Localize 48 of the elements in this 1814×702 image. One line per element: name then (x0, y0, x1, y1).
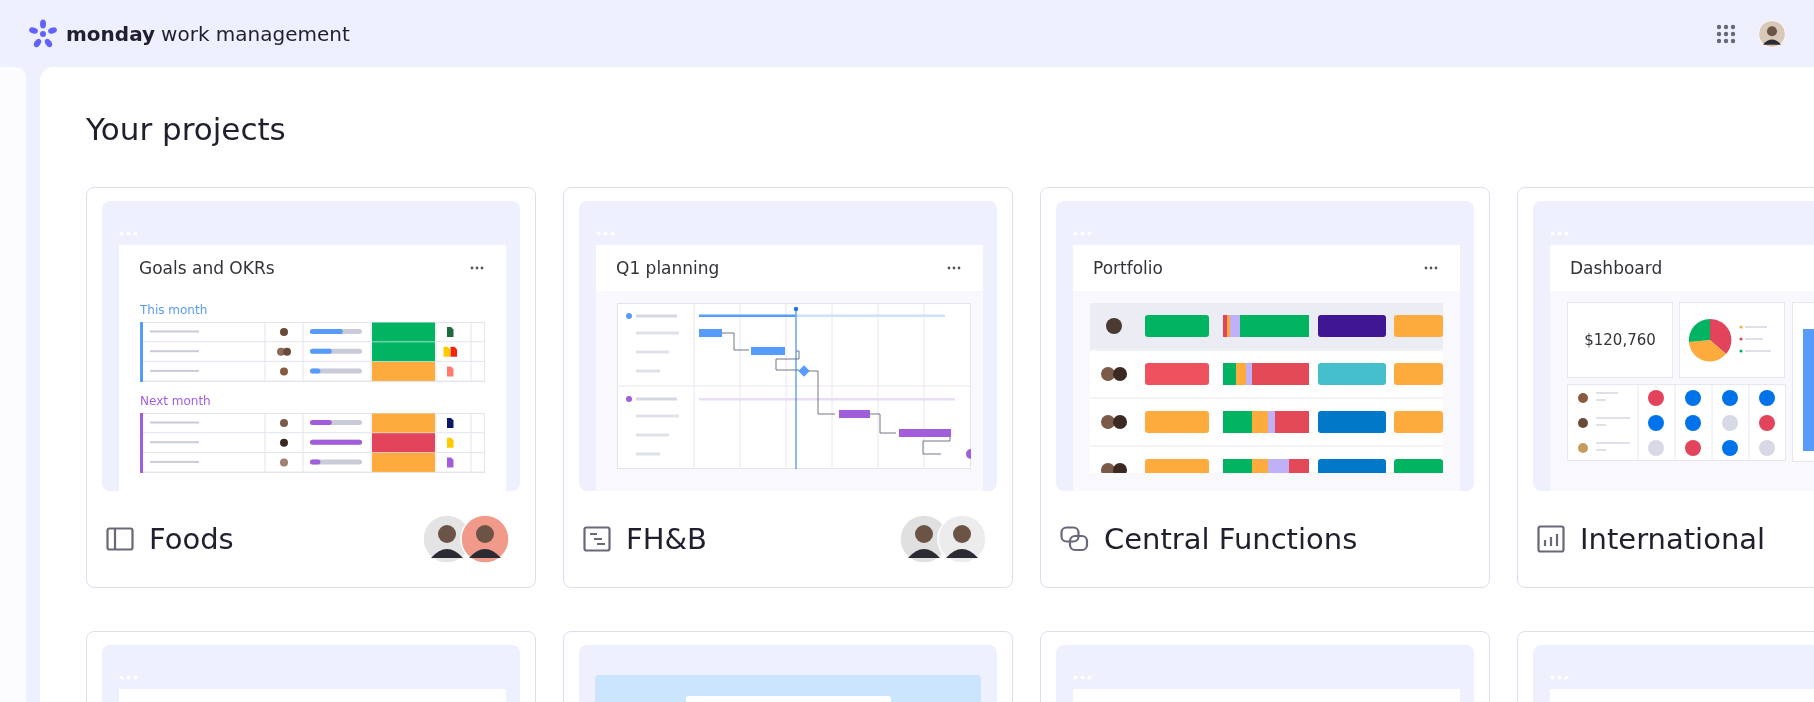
avatar-icon (1758, 19, 1786, 48)
connector-line (721, 332, 750, 351)
brand-name: monday (66, 21, 156, 46)
project-card[interactable]: Goals and OKRs This month Next month Foods (86, 187, 536, 588)
text-placeholder (636, 397, 677, 401)
connector-line (775, 350, 800, 371)
project-name: Foods (149, 522, 235, 556)
text-placeholder (636, 350, 669, 354)
overlapping-squares-icon (1060, 526, 1089, 552)
project-card[interactable]: Q1 planning FH&B (563, 187, 1013, 588)
total-value: $120,760 (1584, 331, 1656, 349)
connector-line (806, 370, 836, 415)
board-title: Q1 planning (616, 258, 720, 278)
timeline-icon (583, 526, 611, 552)
text-placeholder (636, 433, 669, 437)
group-dot (626, 313, 632, 319)
gantt-bar (751, 347, 785, 355)
text-placeholder (636, 314, 677, 318)
sidebar-icon (106, 527, 134, 551)
project-card[interactable]: Dashboard $120,760 International (1517, 187, 1814, 588)
milestone-marker (966, 449, 971, 459)
logo-icon (28, 18, 58, 49)
text-placeholder (636, 331, 679, 335)
apps-icon[interactable] (1716, 23, 1736, 44)
group-dot (626, 396, 632, 402)
connector-line (869, 413, 897, 434)
gantt-bar (699, 329, 722, 337)
project-card[interactable]: Portfolio Central Functions (1040, 187, 1490, 588)
more-icon[interactable] (947, 266, 961, 270)
page-title: Your projects (86, 111, 287, 147)
project-name: International (1580, 522, 1767, 556)
group-label: This month (140, 303, 208, 317)
board-title: Dashboard (1570, 258, 1663, 278)
product-name: work management (161, 21, 350, 46)
bar-chart-icon (1537, 525, 1565, 553)
text-placeholder (636, 452, 660, 456)
text-placeholder (636, 414, 679, 418)
board-title: Goals and OKRs (139, 258, 275, 278)
gantt-bar (839, 410, 870, 418)
gantt-bar (899, 429, 951, 437)
more-icon[interactable] (1424, 266, 1438, 270)
group-label: Next month (140, 394, 211, 408)
board-title: Portfolio (1093, 258, 1163, 278)
project-name: Central Functions (1104, 522, 1359, 556)
milestone-marker (798, 365, 810, 377)
more-icon[interactable] (470, 266, 484, 270)
text-placeholder (636, 369, 660, 373)
project-name: FH&B (626, 522, 708, 556)
